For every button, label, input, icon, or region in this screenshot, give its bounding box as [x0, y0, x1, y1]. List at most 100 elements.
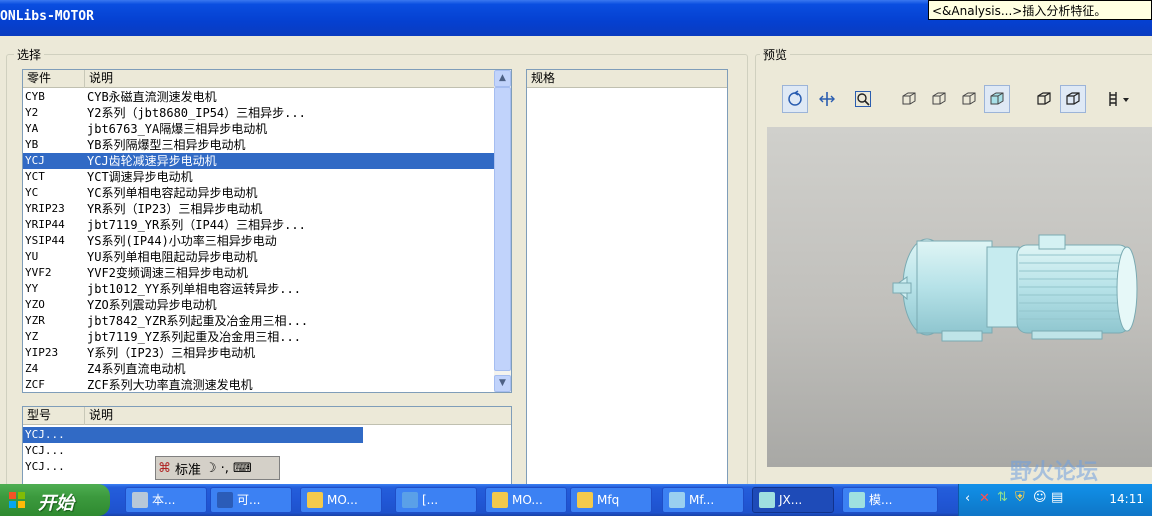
tray-arrow-icon[interactable]: ‹ [965, 491, 970, 506]
ime-logo-icon[interactable]: ⌘ [156, 461, 173, 476]
table-row[interactable]: YA jbt6763_YA隔爆三相异步电动机 [23, 121, 494, 137]
ime-moon-icon[interactable]: ☽ [203, 461, 219, 476]
table-row[interactable]: YZ jbt7119_YZ系列起重及冶金用三相... [23, 329, 494, 345]
taskbar-task-label: 本... [152, 493, 176, 507]
part-code: Z4 [25, 362, 39, 375]
taskbar-task[interactable]: Mfq [570, 487, 652, 513]
table-row[interactable]: YSIP44 YS系列(IP44)小功率三相异步电动 [23, 233, 494, 249]
selection-group-label: 选择 [14, 46, 45, 63]
pan-icon[interactable] [814, 85, 840, 113]
part-description: YR系列（IP23）三相异步电动机 [87, 202, 263, 216]
parts-list[interactable]: 零件 说明 CYB CYB永磁直流测速发电机 Y2 Y2系列（jbt8680_IP54… [22, 69, 512, 393]
taskbar-task[interactable]: [... [395, 487, 477, 513]
col-spec-header[interactable]: 规格 [527, 70, 727, 88]
table-row[interactable]: YCJ YCJ齿轮减速异步电动机 [23, 153, 494, 169]
part-description: jbt7119_YZ系列起重及冶金用三相... [87, 330, 301, 344]
taskbar-task-label: 模... [869, 493, 893, 507]
scroll-up-button[interactable]: ▲ [494, 70, 511, 87]
proe-icon [759, 492, 775, 508]
zoom-icon[interactable] [850, 85, 876, 113]
tooltip: <&Analysis...>插入分析特征。 [928, 0, 1152, 20]
part-code: YY [25, 282, 39, 295]
table-row[interactable]: YZR jbt7842_YZR系列起重及冶金用三相... [23, 313, 494, 329]
scroll-thumb[interactable] [494, 87, 511, 371]
tray-printer-icon[interactable]: ▤ [1051, 490, 1063, 505]
part-description: YC系列单相电容起动异步电动机 [87, 186, 258, 200]
clock[interactable]: 14:11 [1109, 492, 1144, 506]
parts-scrollbar[interactable]: ▲ ▼ [494, 70, 511, 392]
watermark: 野火论坛 [1010, 460, 1099, 485]
table-row[interactable]: YB YB系列隔爆型三相异步电动机 [23, 137, 494, 153]
taskbar-task-label: MO... [327, 493, 358, 507]
model-list-header: 型号 说明 [23, 407, 511, 425]
part-description: Y2系列（jbt8680_IP54）三相异步... [87, 106, 306, 120]
scroll-down-button[interactable]: ▼ [494, 375, 511, 392]
proe-icon [849, 492, 865, 508]
view-top-icon[interactable] [956, 85, 982, 113]
table-row[interactable]: Y2 Y2系列（jbt8680_IP54）三相异步... [23, 105, 494, 121]
col-part-header[interactable]: 零件 [23, 70, 85, 88]
folder-icon [492, 492, 508, 508]
taskbar-task[interactable]: 本... [125, 487, 207, 513]
folder-icon [307, 492, 323, 508]
rotate-icon[interactable] [782, 85, 808, 113]
taskbar-task-label: [... [422, 493, 439, 507]
wireframe-icon[interactable] [1031, 85, 1057, 113]
table-row[interactable]: YC YC系列单相电容起动异步电动机 [23, 185, 494, 201]
taskbar-task[interactable]: 模... [842, 487, 938, 513]
taskbar-task[interactable]: MO... [485, 487, 567, 513]
hidden-line-icon[interactable] [1060, 85, 1086, 113]
col-model-header[interactable]: 型号 [23, 407, 85, 425]
table-row[interactable]: YIP23 Y系列（IP23）三相异步电动机 [23, 345, 494, 361]
part-description: Z4系列直流电动机 [87, 362, 186, 376]
part-code: YRIP44 [25, 218, 65, 231]
part-code: YC [25, 186, 39, 199]
motor-model-image [892, 234, 1138, 342]
tray-network-icon[interactable]: ⇅ [997, 490, 1008, 505]
table-row[interactable]: YCJ... [23, 427, 363, 443]
shaded-icon[interactable] [984, 85, 1010, 113]
table-row[interactable]: YCT YCT调速异步电动机 [23, 169, 494, 185]
part-description: jbt1012_YY系列单相电容运转异步... [87, 282, 301, 296]
spec-list[interactable]: 规格 [526, 69, 728, 489]
parts-list-header: 零件 说明 [23, 70, 495, 88]
taskbar-task[interactable]: JX... [752, 487, 834, 513]
tray-user-icon[interactable]: ☺ [1033, 490, 1047, 505]
ime-punct-icon[interactable]: ·, [219, 461, 231, 476]
col-desc-header[interactable]: 说明 [85, 70, 495, 88]
table-row[interactable]: YRIP44 jbt7119_YR系列（IP44）三相异步... [23, 217, 494, 233]
filter-menu-icon[interactable] [1104, 85, 1134, 113]
view-left-icon[interactable] [926, 85, 952, 113]
table-row[interactable]: Z4 Z4系列直流电动机 [23, 361, 494, 377]
table-row[interactable]: CYB CYB永磁直流测速发电机 [23, 89, 494, 105]
table-row[interactable]: YRIP23 YR系列（IP23）三相异步电动机 [23, 201, 494, 217]
table-row[interactable]: YU YU系列单相电阻起动异步电动机 [23, 249, 494, 265]
part-code: YU [25, 250, 39, 263]
view-front-icon[interactable] [896, 85, 922, 113]
ime-toolbar[interactable]: ⌘ 标准 ☽ ·, ⌨ [155, 456, 280, 480]
ime-keyboard-icon[interactable]: ⌨ [231, 461, 254, 476]
taskbar-task[interactable]: 可... [210, 487, 292, 513]
table-row[interactable]: YY jbt1012_YY系列单相电容运转异步... [23, 281, 494, 297]
tray-shield-icon[interactable]: ⛨ [1015, 490, 1025, 505]
ime-mode-label[interactable]: 标准 [173, 459, 203, 478]
table-row[interactable]: ZCF ZCF系列大功率直流测速发电机 [23, 377, 494, 392]
table-row[interactable]: YVF2 YVF2变频调速三相异步电动机 [23, 265, 494, 281]
drive-icon [132, 492, 148, 508]
folder-icon [577, 492, 593, 508]
part-description: CYB永磁直流测速发电机 [87, 90, 217, 104]
taskbar-task-label: Mf... [689, 493, 715, 507]
taskbar-task[interactable]: MO... [300, 487, 382, 513]
part-description: YZO系列震动异步电动机 [87, 298, 217, 312]
tray-close-icon[interactable]: ✕ [979, 491, 990, 506]
part-description: YCJ齿轮减速异步电动机 [87, 154, 217, 168]
table-row[interactable]: YZO YZO系列震动异步电动机 [23, 297, 494, 313]
col-model-desc-header[interactable]: 说明 [85, 407, 511, 425]
taskbar-task[interactable]: Mf... [662, 487, 744, 513]
taskbar-task-label: 可... [237, 493, 261, 507]
preview-viewport[interactable] [767, 127, 1152, 467]
start-label: 开始 [38, 493, 74, 514]
taskbar-task-label: JX... [779, 493, 803, 507]
model-code: YCJ... [25, 460, 65, 473]
start-button[interactable]: 开始 [0, 484, 110, 516]
